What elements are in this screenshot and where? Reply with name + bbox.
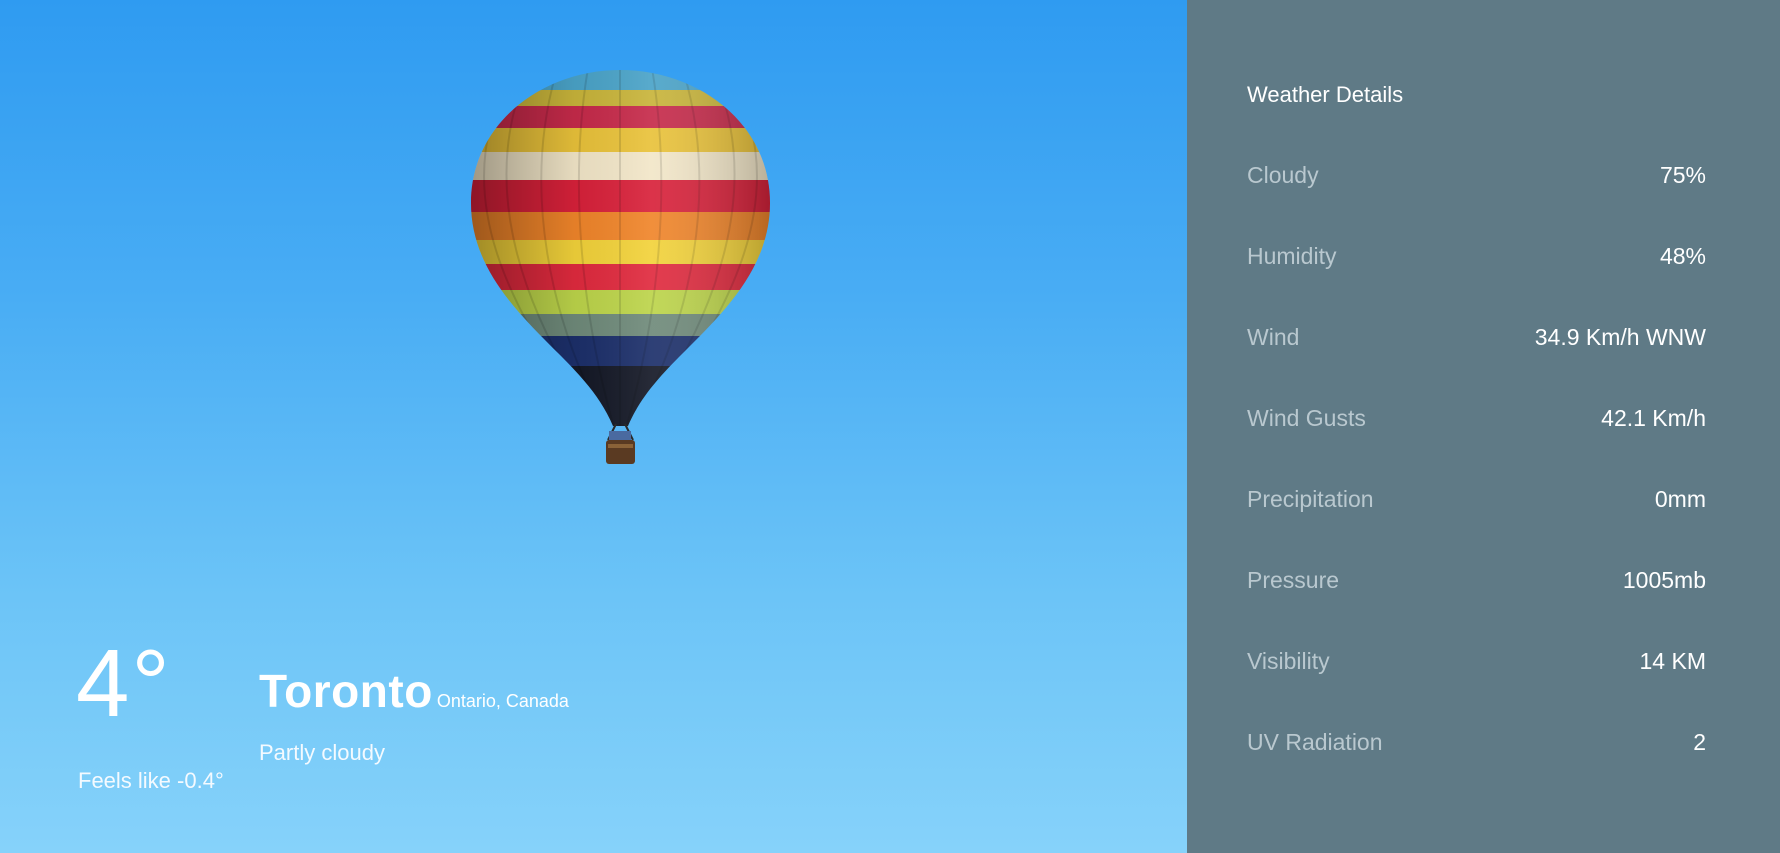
detail-value: 2 <box>1693 729 1706 755</box>
detail-row-wind: Wind 34.9 Km/h WNW <box>1247 312 1706 393</box>
detail-row-visibility: Visibility 14 KM <box>1247 636 1706 717</box>
detail-value: 75% <box>1659 162 1706 188</box>
detail-value: 14 KM <box>1639 648 1706 674</box>
detail-row-wind-gusts: Wind Gusts 42.1 Km/h <box>1247 393 1706 474</box>
hot-air-balloon-image <box>471 70 770 464</box>
detail-label: Cloudy <box>1247 162 1319 188</box>
feels-like: Feels like -0.4° <box>78 768 224 793</box>
detail-label: Visibility <box>1247 648 1330 674</box>
detail-row-precipitation: Precipitation 0mm <box>1247 474 1706 555</box>
detail-label: Wind Gusts <box>1247 405 1366 431</box>
region-name: Ontario, Canada <box>436 691 569 711</box>
detail-value: 42.1 Km/h <box>1601 405 1706 431</box>
location: Toronto Ontario, Canada <box>259 664 569 718</box>
weather-app: 4° Toronto Ontario, Canada Partly cloudy … <box>0 0 1780 853</box>
current-temperature: 4° <box>76 630 172 737</box>
detail-label: Pressure <box>1247 567 1340 593</box>
weather-details-list: Cloudy 75% Humidity 48% Wind 34.9 Km/h W… <box>1247 150 1706 798</box>
detail-label: UV Radiation <box>1247 729 1383 755</box>
detail-row-pressure: Pressure 1005mb <box>1247 555 1706 636</box>
detail-row-uv-radiation: UV Radiation 2 <box>1247 717 1706 798</box>
condition-text: Partly cloudy <box>259 740 385 765</box>
weather-details-title: Weather Details <box>1247 82 1404 107</box>
detail-value: 0mm <box>1654 486 1706 512</box>
detail-row-humidity: Humidity 48% <box>1247 231 1706 312</box>
detail-label: Humidity <box>1247 243 1337 269</box>
detail-value: 48% <box>1659 243 1706 269</box>
detail-value: 1005mb <box>1622 567 1706 593</box>
weather-details-panel: Weather Details Cloudy 75% Humidity 48% … <box>1187 0 1780 853</box>
detail-label: Wind <box>1247 324 1300 350</box>
city-name: Toronto <box>259 665 433 717</box>
detail-label: Precipitation <box>1247 486 1374 512</box>
detail-row-cloudy: Cloudy 75% <box>1247 150 1706 231</box>
detail-value: 34.9 Km/h WNW <box>1534 324 1706 350</box>
weather-background: 4° Toronto Ontario, Canada Partly cloudy … <box>0 0 1187 853</box>
